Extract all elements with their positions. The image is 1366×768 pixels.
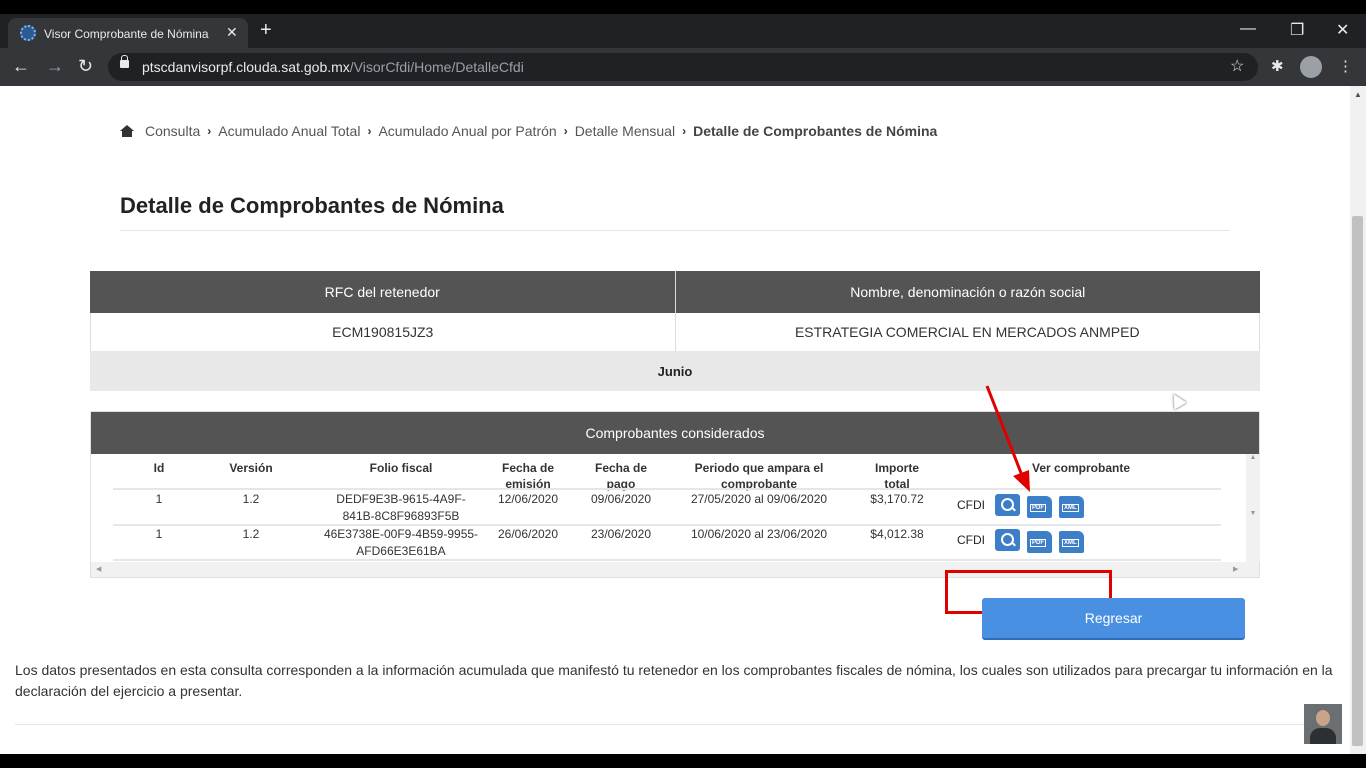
- row2-fecha-pago: 23/06/2020: [590, 527, 652, 541]
- url-text: ptscdanvisorpf.clouda.sat.gob.mx/VisorCf…: [142, 59, 524, 75]
- row2-periodo: 10/06/2020 al 23/06/2020: [690, 527, 828, 541]
- regresar-button[interactable]: Regresar: [982, 598, 1245, 640]
- restore-icon[interactable]: ❐: [1290, 20, 1304, 40]
- minimize-icon[interactable]: —: [1240, 20, 1256, 38]
- tab-close-icon[interactable]: ✕: [226, 24, 238, 41]
- row1-xml-icon[interactable]: XML: [1059, 496, 1084, 518]
- row1-view-search-icon[interactable]: [995, 494, 1020, 516]
- row2-importe: $4,012.38: [870, 527, 924, 541]
- breadcrumb-acumulado-patron[interactable]: Acumulado Anual por Patrón: [378, 123, 556, 139]
- comprobantes-table: Comprobantes considerados Id Versión Fol…: [90, 411, 1260, 578]
- row1-version: 1.2: [242, 492, 260, 506]
- breadcrumb-current: Detalle de Comprobantes de Nómina: [693, 123, 938, 139]
- scroll-up-icon[interactable]: ▲: [1354, 90, 1362, 99]
- browser-menu-icon[interactable]: ⋮: [1338, 57, 1353, 75]
- page-title: Detalle de Comprobantes de Nómina: [120, 193, 504, 218]
- screen-bottom-border: [0, 754, 1366, 768]
- row1-fecha-pago: 09/06/2020: [590, 492, 652, 506]
- col-rfc: RFC del retenedor: [90, 271, 676, 313]
- close-window-icon[interactable]: ✕: [1336, 20, 1349, 40]
- col-id: Id: [153, 461, 165, 475]
- row2-cfdi-label: CFDI: [957, 533, 985, 547]
- row2-version: 1.2: [242, 527, 260, 541]
- title-divider: [120, 230, 1230, 231]
- webcam-overlay: [1304, 704, 1342, 744]
- chevron-right-icon: ›: [367, 124, 372, 138]
- row2-id: 1: [155, 527, 163, 541]
- rfc-value: ECM190815JZ3: [91, 313, 676, 351]
- chevron-right-icon: ›: [682, 124, 687, 138]
- chevron-right-icon: ›: [563, 124, 568, 138]
- footer-divider: [15, 724, 1335, 725]
- annotation-arrow-icon: [985, 385, 1030, 492]
- retenedor-row: ECM190815JZ3 ESTRATEGIA COMERCIAL EN MER…: [90, 313, 1260, 351]
- table-vertical-scrollbar[interactable]: ▲ ▼: [1246, 454, 1260, 562]
- month-label: Junio: [90, 351, 1260, 391]
- browser-toolbar: ← → ↻ ptscdanvisorpf.clouda.sat.gob.mx/V…: [0, 48, 1366, 86]
- favicon-icon: [20, 25, 36, 41]
- row1-id: 1: [155, 492, 163, 506]
- mouse-cursor-icon: [1167, 390, 1187, 410]
- page-scrollbar[interactable]: ▲: [1350, 86, 1366, 754]
- screen-top-border: [0, 0, 1366, 14]
- new-tab-icon[interactable]: +: [260, 20, 272, 40]
- retenedor-header: RFC del retenedor Nombre, denominación o…: [90, 271, 1260, 313]
- row1-cfdi-label: CFDI: [957, 498, 985, 512]
- row1-pdf-icon[interactable]: PDF: [1027, 496, 1052, 518]
- scrollbar-thumb[interactable]: [1352, 216, 1363, 746]
- reload-icon[interactable]: ↻: [78, 56, 93, 76]
- lock-icon: [120, 55, 129, 68]
- browser-tabstrip: Visor Comprobante de Nómina ✕ + — ❐ ✕: [0, 14, 1366, 48]
- browser-tab[interactable]: Visor Comprobante de Nómina ✕: [8, 18, 248, 48]
- profile-avatar[interactable]: [1300, 56, 1322, 78]
- chevron-right-icon: ›: [207, 124, 212, 138]
- row2-pdf-icon[interactable]: PDF: [1027, 531, 1052, 553]
- extensions-icon[interactable]: ✱: [1271, 57, 1284, 75]
- row-divider: [113, 559, 1221, 561]
- tab-title: Visor Comprobante de Nómina: [44, 27, 209, 41]
- forward-icon[interactable]: →: [46, 56, 64, 76]
- nombre-value: ESTRATEGIA COMERCIAL EN MERCADOS ANMPED: [794, 324, 1140, 340]
- address-bar[interactable]: ptscdanvisorpf.clouda.sat.gob.mx/VisorCf…: [108, 53, 1258, 81]
- row2-view-search-icon[interactable]: [995, 529, 1020, 551]
- breadcrumb-detalle-mensual[interactable]: Detalle Mensual: [575, 123, 675, 139]
- row2-folio: 46E3738E-00F9-4B59-9955- AFD66E3E61BA: [323, 527, 479, 558]
- retenedor-table: RFC del retenedor Nombre, denominación o…: [90, 271, 1260, 391]
- row-divider: [113, 488, 1221, 490]
- row1-importe: $3,170.72: [870, 492, 924, 506]
- home-icon[interactable]: [120, 125, 134, 137]
- row1-fecha-emision: 12/06/2020: [497, 492, 559, 506]
- bookmark-star-icon[interactable]: ☆: [1230, 56, 1244, 76]
- col-nombre: Nombre, denominación o razón social: [850, 284, 1086, 300]
- breadcrumb: Consulta › Acumulado Anual Total › Acumu…: [120, 123, 937, 139]
- col-version: Versión: [229, 461, 273, 475]
- row2-xml-icon[interactable]: XML: [1059, 531, 1084, 553]
- row1-periodo: 27/05/2020 al 09/06/2020: [690, 492, 828, 506]
- page-viewport: Consulta › Acumulado Anual Total › Acumu…: [0, 86, 1350, 754]
- footnote-text: Los datos presentados en esta consulta c…: [15, 662, 1333, 699]
- back-icon[interactable]: ←: [12, 56, 30, 76]
- col-folio: Folio fiscal: [369, 461, 433, 475]
- row1-folio: DEDF9E3B-9615-4A9F- 841B-8C8F96893F5B: [336, 492, 466, 523]
- breadcrumb-consulta[interactable]: Consulta: [145, 123, 200, 139]
- row2-fecha-emision: 26/06/2020: [497, 527, 559, 541]
- breadcrumb-acumulado-anual[interactable]: Acumulado Anual Total: [218, 123, 360, 139]
- comprobantes-caption: Comprobantes considerados: [91, 412, 1259, 454]
